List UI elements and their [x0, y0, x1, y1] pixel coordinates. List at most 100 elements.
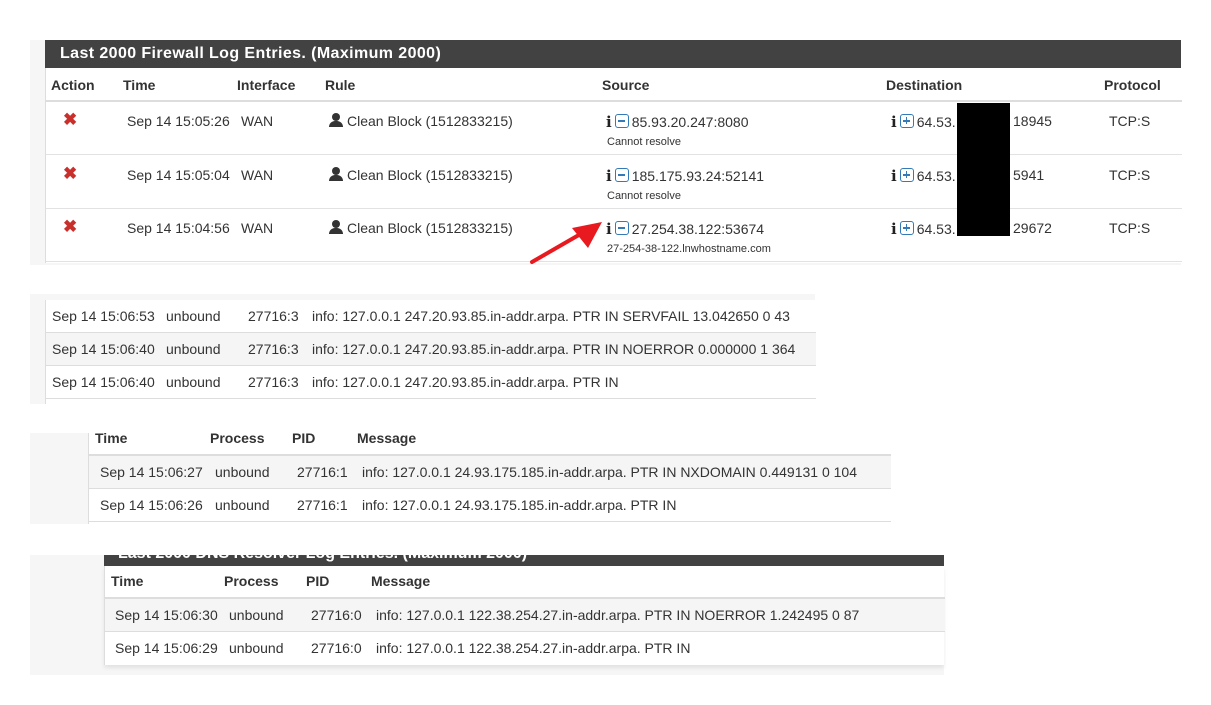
firewall-log-table: Action Time Interface Rule Source Destin…: [45, 68, 1182, 263]
resolver-log-table-3: Time Process PID Message Sep 14 15:06:30…: [104, 566, 945, 665]
time-cell: Sep 14 15:06:30: [115, 607, 218, 623]
col-action[interactable]: Action: [51, 77, 95, 93]
col-process[interactable]: Process: [224, 573, 278, 589]
interface-cell: WAN: [241, 220, 274, 236]
dest-prefix: 64.53.: [916, 221, 956, 237]
rule-label[interactable]: Clean Block (1512833215): [347, 220, 513, 236]
block-x-icon[interactable]: ✖: [63, 110, 77, 130]
table-row: Sep 14 15:06:26 unbound 27716:1 info: 12…: [89, 489, 891, 522]
source-resolved: Cannot resolve: [607, 190, 681, 202]
remove-block-icon[interactable]: [614, 114, 629, 128]
table-row: Sep 14 15:06:53 unbound 27716:3 info: 12…: [46, 300, 816, 333]
table-row: Sep 14 15:06:40 unbound 27716:3 info: 12…: [46, 366, 816, 399]
col-destination[interactable]: Destination: [886, 77, 962, 93]
pid-cell: 27716:1: [297, 497, 348, 513]
panel-title: Last 2000 Firewall Log Entries. (Maximum…: [45, 40, 1181, 68]
table-row: Sep 14 15:06:30 unbound 27716:0 info: 12…: [105, 599, 945, 632]
rule-label[interactable]: Clean Block (1512833215): [347, 167, 513, 183]
message-cell: info: 127.0.0.1 247.20.93.85.in-addr.arp…: [312, 374, 619, 390]
add-pass-icon[interactable]: [899, 168, 914, 182]
time-cell: Sep 14 15:06:29: [115, 640, 218, 656]
resolver-log-panel-2: Time Process PID Message Sep 14 15:06:27…: [30, 430, 891, 524]
source-resolved: Cannot resolve: [607, 136, 681, 148]
message-cell: info: 127.0.0.1 247.20.93.85.in-addr.arp…: [312, 308, 790, 324]
rule-cell[interactable]: Clean Block (1512833215): [329, 220, 513, 236]
message-cell: info: 127.0.0.1 247.20.93.85.in-addr.arp…: [312, 341, 796, 357]
resolver-log-panel-3: Last 2000 DNS Resolver Log Entries. (Max…: [30, 555, 945, 675]
info-icon[interactable]: i: [891, 113, 897, 131]
pid-cell: 27716:3: [248, 308, 299, 324]
panel-title-cropped: Last 2000 DNS Resolver Log Entries. (Max…: [118, 555, 527, 563]
col-source[interactable]: Source: [602, 77, 649, 93]
dest-suffix: 5941: [1013, 167, 1045, 183]
dest-suffix: 29672: [1013, 220, 1052, 236]
resolver-log-table-1: Sep 14 15:06:53 unbound 27716:3 info: 12…: [45, 300, 816, 404]
source-cell: i 185.175.93.24:52141: [606, 167, 764, 185]
col-protocol[interactable]: Protocol: [1104, 77, 1161, 93]
dest-prefix: 64.53.: [916, 114, 956, 130]
info-icon[interactable]: i: [606, 113, 612, 131]
time-cell: Sep 14 15:05:26: [127, 113, 230, 129]
message-cell: info: 127.0.0.1 122.38.254.27.in-addr.ar…: [376, 607, 860, 623]
col-time[interactable]: Time: [123, 77, 155, 93]
time-cell: Sep 14 15:05:04: [127, 167, 230, 183]
process-cell: unbound: [166, 308, 221, 324]
time-cell: Sep 14 15:04:56: [127, 220, 230, 236]
process-cell: unbound: [166, 374, 221, 390]
resolver-log-table-2: Time Process PID Message Sep 14 15:06:27…: [88, 430, 891, 524]
info-icon[interactable]: i: [891, 167, 897, 185]
block-x-icon[interactable]: ✖: [63, 164, 77, 184]
message-cell: info: 127.0.0.1 122.38.254.27.in-addr.ar…: [376, 640, 691, 656]
message-cell: info: 127.0.0.1 24.93.175.185.in-addr.ar…: [362, 497, 677, 513]
add-pass-icon[interactable]: [899, 114, 914, 128]
resolver-log-panel-1: Sep 14 15:06:53 unbound 27716:3 info: 12…: [30, 294, 816, 404]
red-arrow-annotation: [530, 222, 602, 264]
table-row: Sep 14 15:06:29 unbound 27716:0 info: 12…: [105, 632, 945, 665]
source-cell: i 85.93.20.247:8080: [606, 113, 748, 131]
table-row: Sep 14 15:06:27 unbound 27716:1 info: 12…: [89, 456, 891, 489]
table-row: Sep 14 15:06:40 unbound 27716:3 info: 12…: [46, 333, 816, 366]
block-x-icon[interactable]: ✖: [63, 217, 77, 237]
interface-cell: WAN: [241, 113, 274, 129]
remove-block-icon[interactable]: [614, 221, 629, 235]
panel-title-strip: Last 2000 DNS Resolver Log Entries. (Max…: [104, 555, 944, 566]
user-icon: [329, 220, 343, 234]
col-rule[interactable]: Rule: [325, 77, 355, 93]
message-cell: info: 127.0.0.1 24.93.175.185.in-addr.ar…: [362, 464, 857, 480]
time-cell: Sep 14 15:06:40: [52, 374, 155, 390]
source-cell: i 27.254.38.122:53674: [606, 220, 764, 238]
col-pid[interactable]: PID: [306, 573, 329, 589]
dest-suffix: 18945: [1013, 113, 1052, 129]
col-interface[interactable]: Interface: [237, 77, 295, 93]
pid-cell: 27716:3: [248, 341, 299, 357]
info-icon[interactable]: i: [606, 167, 612, 185]
pid-cell: 27716:0: [311, 607, 362, 623]
rule-label[interactable]: Clean Block (1512833215): [347, 113, 513, 129]
col-time[interactable]: Time: [111, 573, 143, 589]
col-pid[interactable]: PID: [292, 430, 315, 446]
rule-cell[interactable]: Clean Block (1512833215): [329, 167, 513, 183]
pid-cell: 27716:3: [248, 374, 299, 390]
source-address: 185.175.93.24:52141: [631, 168, 765, 184]
destination-cell: i 64.53.: [891, 167, 956, 185]
col-process[interactable]: Process: [210, 430, 264, 446]
col-message[interactable]: Message: [371, 573, 430, 589]
col-message[interactable]: Message: [357, 430, 416, 446]
time-cell: Sep 14 15:06:27: [100, 464, 203, 480]
col-time[interactable]: Time: [95, 430, 127, 446]
protocol-cell: TCP:S: [1109, 113, 1151, 129]
rule-cell[interactable]: Clean Block (1512833215): [329, 113, 513, 129]
process-cell: unbound: [229, 607, 284, 623]
info-icon[interactable]: i: [891, 220, 897, 238]
table-row: ✖ Sep 14 15:05:26 WAN Clean Block (15128…: [46, 102, 1182, 155]
source-address: 85.93.20.247:8080: [631, 114, 749, 130]
remove-block-icon[interactable]: [614, 168, 629, 182]
source-resolved: 27-254-38-122.lnwhostname.com: [607, 243, 771, 255]
protocol-cell: TCP:S: [1109, 220, 1151, 236]
add-pass-icon[interactable]: [899, 221, 914, 235]
interface-cell: WAN: [241, 167, 274, 183]
time-cell: Sep 14 15:06:53: [52, 308, 155, 324]
destination-cell: i 64.53.: [891, 113, 956, 131]
dest-prefix: 64.53.: [916, 168, 956, 184]
source-address: 27.254.38.122:53674: [631, 221, 765, 237]
